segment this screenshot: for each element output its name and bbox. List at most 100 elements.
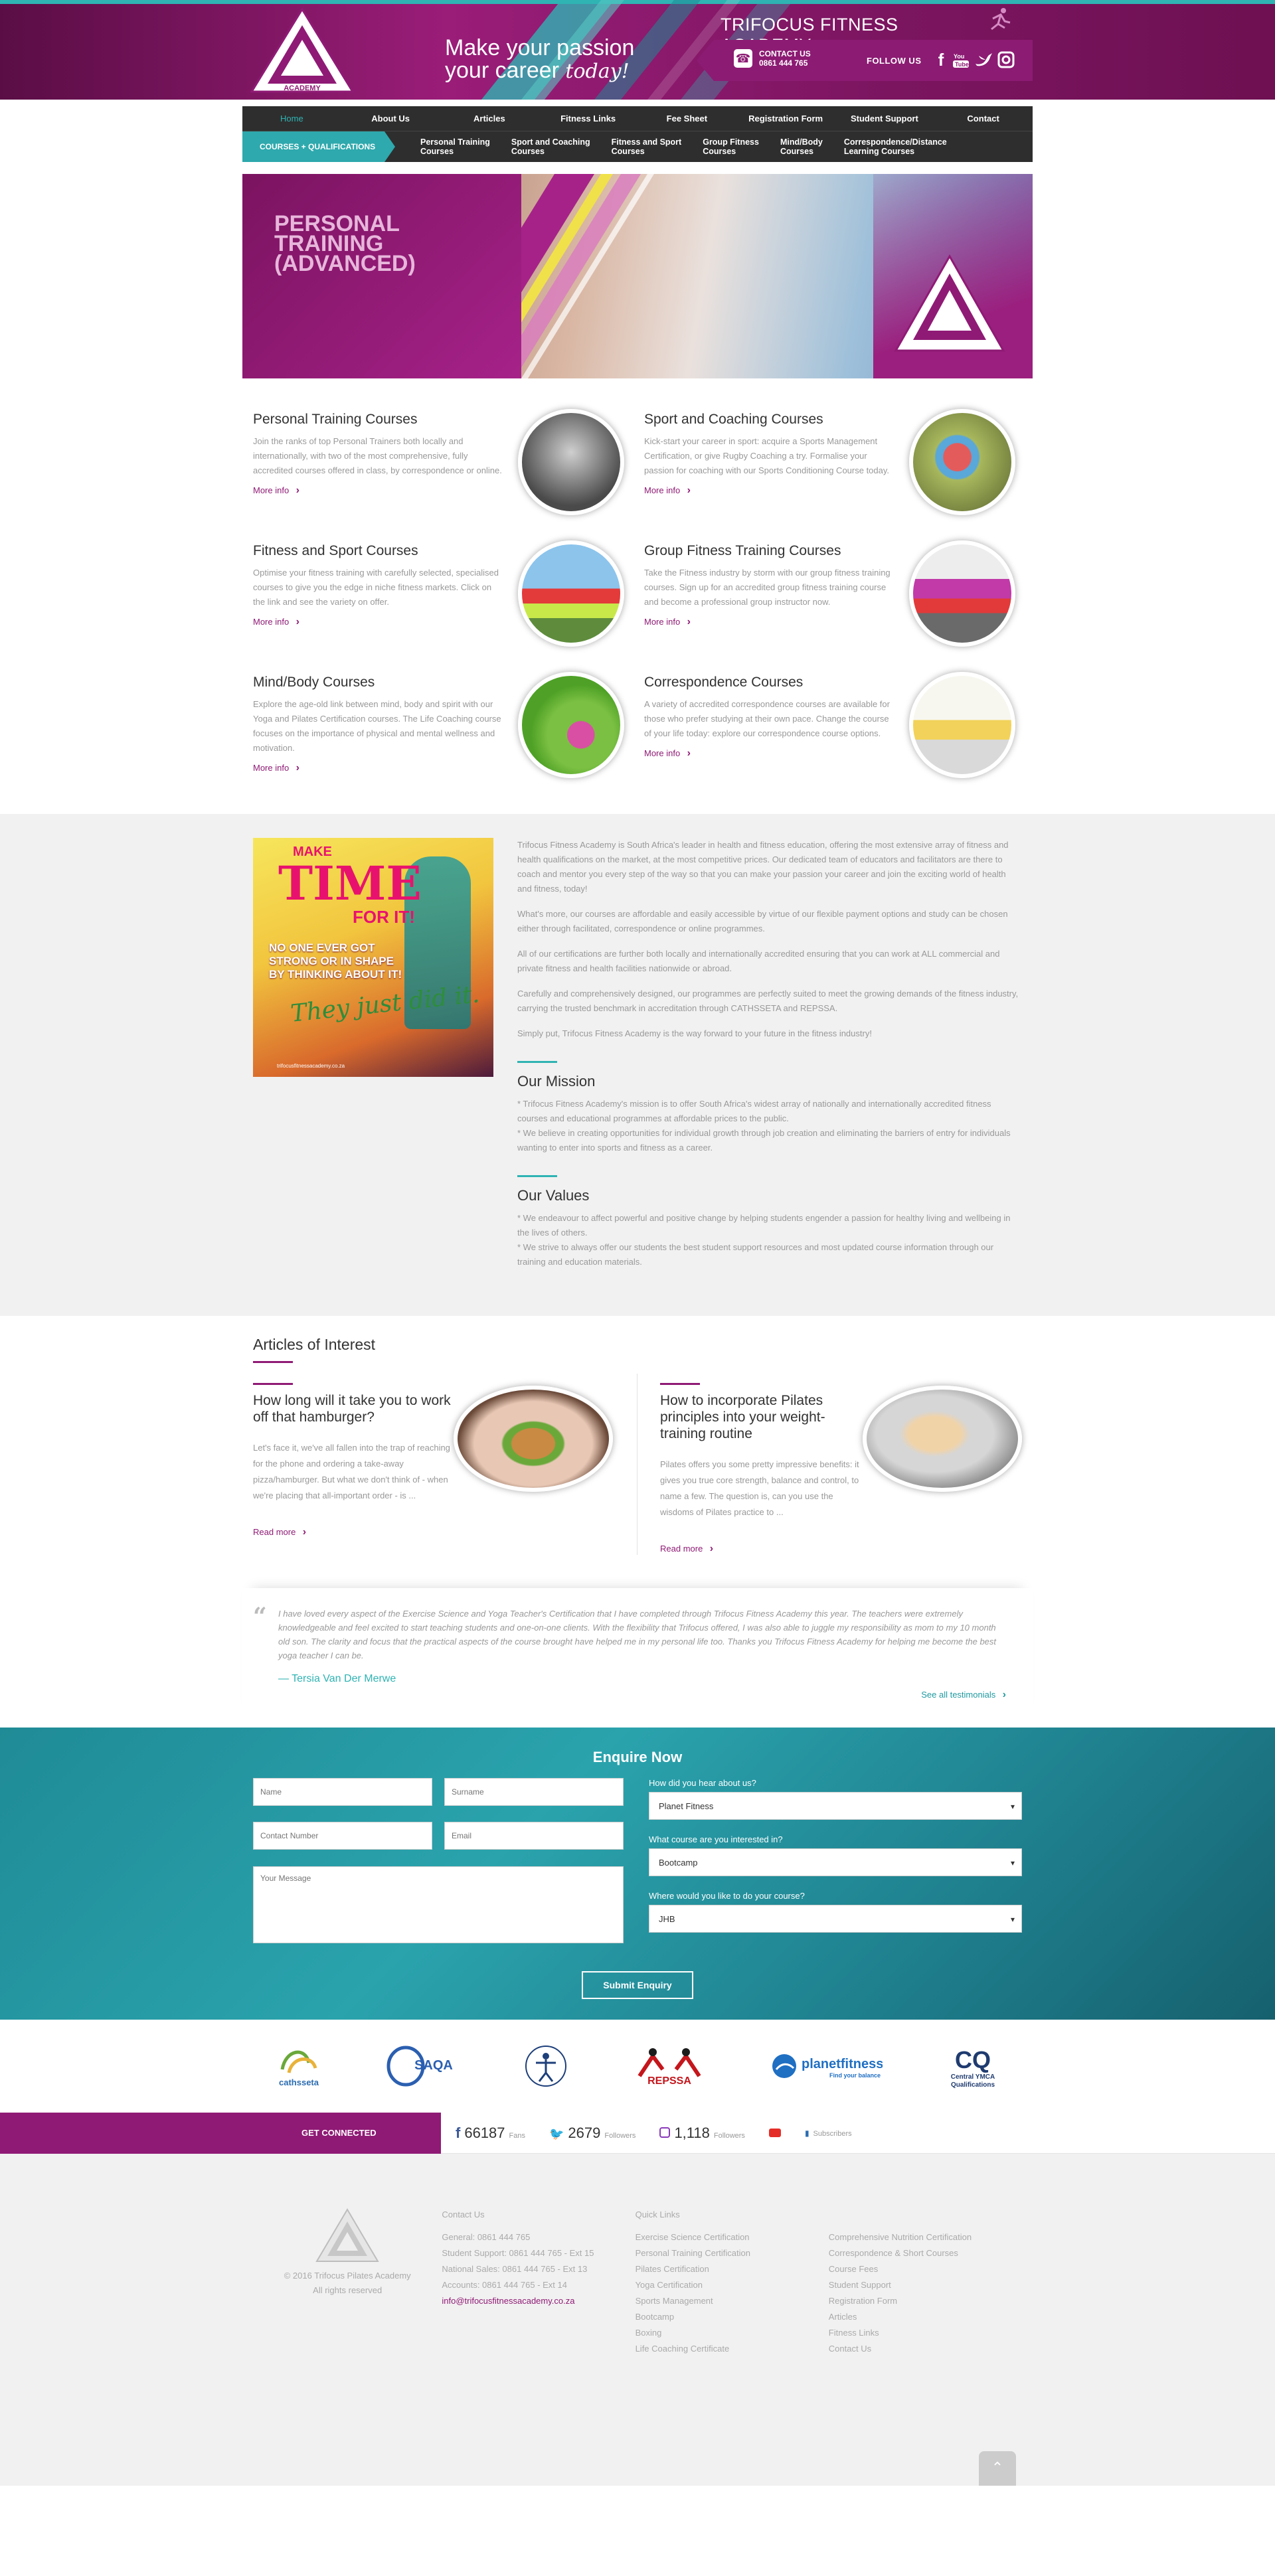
message-textarea[interactable]	[253, 1866, 624, 1943]
youtube-icon[interactable]: You Tube	[952, 49, 970, 70]
quick-links-heading: Quick Links	[635, 2210, 680, 2219]
hero-logo	[894, 254, 1005, 352]
subnav-sport-coaching[interactable]: Sport and Coaching Courses	[501, 137, 601, 156]
enquire-section: Enquire Now How did you hear about us? P…	[0, 1728, 1275, 2020]
nav-home[interactable]: Home	[242, 106, 341, 131]
academy-logo[interactable]: ACADEMY	[249, 7, 355, 94]
twitter-icon[interactable]	[974, 49, 993, 70]
repssa-logo[interactable]: REPSSA	[626, 2040, 713, 2093]
course-image-mind-body[interactable]	[518, 672, 624, 778]
footer-logo[interactable]	[314, 2207, 381, 2264]
subnav-correspondence[interactable]: Correspondence/Distance Learning Courses	[833, 137, 958, 156]
nav-fee-sheet[interactable]: Fee Sheet	[638, 106, 736, 131]
nav-contact[interactable]: Contact	[934, 106, 1033, 131]
footer-link[interactable]: Articles	[829, 2309, 1022, 2325]
read-more-link[interactable]: Read more	[660, 1543, 713, 1555]
course-image-group-fitness[interactable]	[909, 540, 1015, 647]
nav-top-menu: Home About Us Articles Fitness Links Fee…	[242, 106, 1033, 131]
footer-link[interactable]: Correspondence & Short Courses	[829, 2245, 1022, 2261]
more-info-link[interactable]: More info	[644, 485, 691, 497]
body-badge-logo[interactable]	[523, 2040, 569, 2093]
footer-link[interactable]: Student Support	[829, 2277, 1022, 2293]
footer-email-link[interactable]: info@trifocusfitnessacademy.co.za	[442, 2293, 635, 2309]
name-input[interactable]	[253, 1778, 432, 1806]
subscribers-stat[interactable]: ▮ Subscribers	[805, 2129, 852, 2138]
article-image-pilates[interactable]	[863, 1386, 1022, 1492]
article-title[interactable]: How to incorporate Pilates principles in…	[660, 1383, 859, 1442]
saqa-logo[interactable]: SAQA	[386, 2040, 466, 2093]
more-info-link[interactable]: More info	[253, 616, 299, 628]
back-to-top-button[interactable]: ⌃	[979, 2451, 1016, 2486]
footer-link[interactable]: Yoga Certification	[636, 2277, 829, 2293]
surname-input[interactable]	[444, 1778, 624, 1806]
footer-link[interactable]: Personal Training Certification	[636, 2245, 829, 2261]
article-title[interactable]: How long will it take you to work off th…	[253, 1383, 452, 1425]
get-connected-label: GET CONNECTED	[0, 2112, 441, 2154]
courses-grid: Personal Training Courses Join the ranks …	[242, 409, 1033, 781]
hear-about-select[interactable]: Planet Fitness	[649, 1792, 1022, 1820]
nav-fitness-links[interactable]: Fitness Links	[539, 106, 638, 131]
email-input[interactable]	[444, 1822, 624, 1850]
twitter-stat[interactable]: 🐦 2679 Followers	[549, 2125, 636, 2142]
site-header: ACADEMY Make your passion your career to…	[0, 0, 1275, 100]
nav-student-support[interactable]: Student Support	[835, 106, 934, 131]
contact-us-box[interactable]: ☎ CONTACT US 0861 444 765	[734, 49, 811, 68]
course-image-personal-training[interactable]	[518, 409, 624, 515]
article-image-hamburger[interactable]	[454, 1386, 613, 1492]
subnav-group-fitness[interactable]: Group Fitness Courses	[692, 137, 770, 156]
mission-item: * We believe in creating opportunities f…	[517, 1128, 1011, 1153]
poster-slogan: NO ONE EVER GOT STRONG OR IN SHAPE BY THIN…	[269, 941, 402, 981]
footer-link[interactable]: Course Fees	[829, 2261, 1022, 2277]
partner-logos: cathsseta SAQA REPSSA planetfitness Find …	[0, 2020, 1275, 2113]
tagline-line2: your career	[445, 58, 559, 83]
contact-line: Accounts: 0861 444 765 - Ext 14	[442, 2280, 567, 2290]
instagram-stat[interactable]: 1,118 Followers	[659, 2125, 745, 2142]
submit-enquiry-button[interactable]: Submit Enquiry	[582, 1971, 693, 1999]
contact-line: National Sales: 0861 444 765 - Ext 13	[442, 2264, 588, 2274]
contact-number-input[interactable]	[253, 1822, 432, 1850]
course-location-select[interactable]: JHB	[649, 1905, 1022, 1933]
footer-link[interactable]: Registration Form	[829, 2293, 1022, 2309]
footer-link[interactable]: Contact Us	[829, 2341, 1022, 2357]
nav-registration-form[interactable]: Registration Form	[736, 106, 835, 131]
cathsseta-logo[interactable]: cathsseta	[269, 2040, 329, 2093]
footer-link[interactable]: Bootcamp	[636, 2309, 829, 2325]
subnav-personal-training[interactable]: Personal Training Courses	[410, 137, 501, 156]
contact-line: Student Support: 0861 444 765 - Ext 15	[442, 2248, 594, 2258]
footer-link[interactable]: Fitness Links	[829, 2325, 1022, 2341]
course-interest-label: What course are you interested in?	[649, 1834, 783, 1844]
course-image-correspondence[interactable]	[909, 672, 1015, 778]
footer-link[interactable]: Sports Management	[636, 2293, 829, 2309]
nav-about-us[interactable]: About Us	[341, 106, 440, 131]
more-info-link[interactable]: More info	[253, 485, 299, 497]
instagram-icon[interactable]	[997, 49, 1015, 70]
cq-logo[interactable]: CQ Central YMCA Qualifications	[940, 2040, 1006, 2093]
more-info-link[interactable]: More info	[253, 762, 299, 774]
course-description: Kick-start your career in sport: acquire…	[644, 436, 890, 475]
footer-link[interactable]: Exercise Science Certification	[636, 2229, 829, 2245]
rss-icon: ▮	[804, 2128, 809, 2138]
footer-link[interactable]: Pilates Certification	[636, 2261, 829, 2277]
course-image-sport-coaching[interactable]	[909, 409, 1015, 515]
footer-link[interactable]: Comprehensive Nutrition Certification	[829, 2229, 1022, 2245]
course-image-fitness-sport[interactable]	[518, 540, 624, 647]
nav-articles[interactable]: Articles	[440, 106, 539, 131]
see-all-testimonials-link[interactable]: See all testimonials	[921, 1689, 1006, 1701]
mission-heading: Our Mission	[517, 1061, 1022, 1090]
footer-link[interactable]: Life Coaching Certificate	[636, 2341, 829, 2357]
more-info-link[interactable]: More info	[644, 616, 691, 628]
article-card: How to incorporate Pilates principles in…	[638, 1374, 1022, 1555]
svg-text:Tube: Tube	[955, 61, 969, 68]
more-info-link[interactable]: More info	[644, 748, 691, 760]
course-title: Mind/Body Courses	[253, 675, 375, 690]
course-card: Fitness and Sport Courses Optimise your f…	[253, 540, 631, 649]
subnav-fitness-sport[interactable]: Fitness and Sport Courses	[601, 137, 693, 156]
youtube-stat[interactable]	[768, 2129, 781, 2137]
read-more-link[interactable]: Read more	[253, 1526, 306, 1538]
footer-link[interactable]: Boxing	[636, 2325, 829, 2341]
course-interest-select[interactable]: Bootcamp	[649, 1848, 1022, 1877]
facebook-icon[interactable]: f	[932, 49, 950, 70]
subnav-mind-body[interactable]: Mind/Body Courses	[770, 137, 833, 156]
facebook-stat[interactable]: f 66187 Fans	[456, 2125, 525, 2142]
planet-fitness-logo[interactable]: planetfitness Find your balance	[770, 2040, 883, 2093]
